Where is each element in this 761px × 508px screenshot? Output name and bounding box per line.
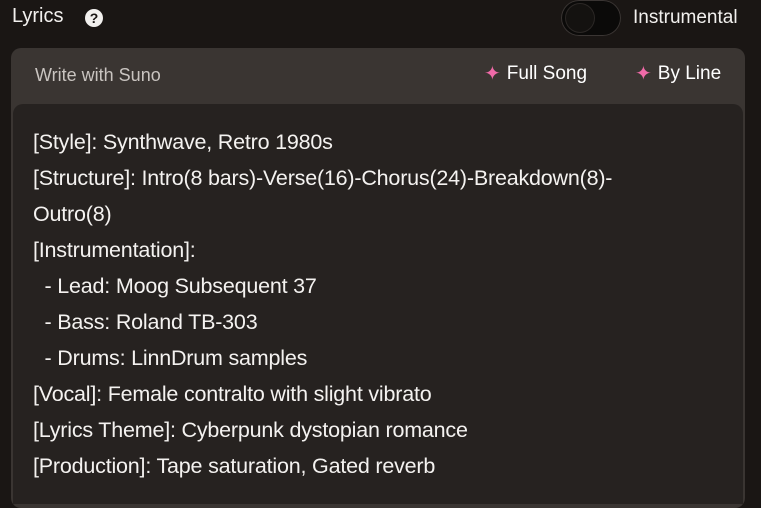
lyrics-header: Lyrics ? Instrumental bbox=[0, 0, 761, 40]
toggle-knob bbox=[566, 4, 594, 32]
instrumental-toggle[interactable] bbox=[561, 0, 621, 36]
instrumental-label: Instrumental bbox=[633, 7, 738, 28]
sparkle-icon: ✦ bbox=[635, 63, 652, 85]
lyrics-line: - Lead: Moog Subsequent 37 bbox=[33, 274, 317, 298]
full-song-label: Full Song bbox=[506, 63, 588, 84]
lyrics-line: [Instrumentation]: bbox=[33, 238, 196, 262]
lyrics-title: Lyrics bbox=[12, 5, 64, 27]
lyrics-line: - Drums: LinnDrum samples bbox=[33, 346, 308, 370]
lyrics-line: [Structure]: Intro(8 bars)-Verse(16)-Cho… bbox=[33, 166, 613, 190]
lyrics-line: [Lyrics Theme]: Cyberpunk dystopian roma… bbox=[33, 418, 468, 442]
help-icon[interactable]: ? bbox=[85, 9, 103, 27]
lyrics-line: Outro(8) bbox=[33, 202, 112, 226]
lyrics-card: Write with Suno ✦ Full Song ✦ By Line [S… bbox=[11, 48, 745, 508]
lyrics-line: - Bass: Roland TB-303 bbox=[33, 310, 258, 334]
lyrics-line: [Style]: Synthwave, Retro 1980s bbox=[33, 130, 333, 154]
write-with-suno-label: Write with Suno bbox=[35, 65, 161, 85]
by-line-button[interactable]: ✦ By Line bbox=[635, 63, 721, 85]
full-song-button[interactable]: ✦ Full Song bbox=[484, 63, 587, 85]
lyrics-line: [Production]: Tape saturation, Gated rev… bbox=[33, 454, 436, 478]
lyrics-line: [Vocal]: Female contralto with slight vi… bbox=[33, 382, 432, 406]
sparkle-icon: ✦ bbox=[484, 63, 501, 85]
by-line-label: By Line bbox=[657, 63, 722, 84]
lyrics-textarea[interactable]: [Style]: Synthwave, Retro 1980s [Structu… bbox=[13, 104, 743, 504]
